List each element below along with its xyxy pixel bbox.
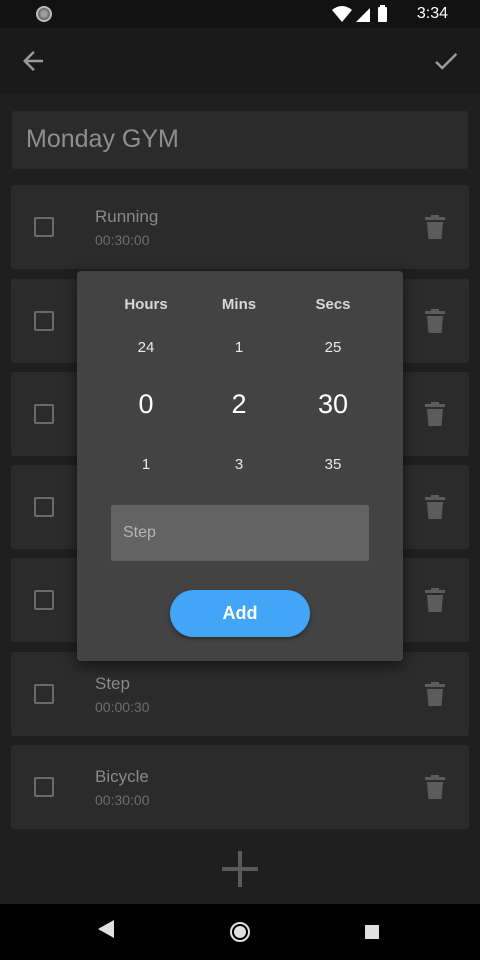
exercise-checkbox[interactable]	[34, 684, 54, 704]
check-icon[interactable]	[431, 46, 461, 76]
exercise-checkbox[interactable]	[34, 217, 54, 237]
exercise-row[interactable]: Running 00:30:00	[11, 185, 469, 269]
mins-label: Mins	[221, 296, 257, 313]
mins-next-value[interactable]: 3	[199, 456, 279, 473]
trash-icon[interactable]	[425, 682, 445, 706]
trash-icon[interactable]	[425, 495, 445, 519]
hours-selected-value[interactable]: 0	[106, 389, 186, 420]
exercise-name: Bicycle	[95, 767, 149, 786]
exercise-name: Step	[95, 674, 130, 693]
hours-next-value[interactable]: 1	[106, 456, 186, 473]
wifi-icon	[332, 6, 352, 22]
status-time: 3:34	[416, 5, 448, 22]
trash-icon[interactable]	[425, 775, 445, 799]
secs-next-value[interactable]: 35	[293, 456, 373, 473]
mins-selected-value[interactable]: 2	[199, 389, 279, 420]
navigation-bar	[0, 904, 480, 960]
exercise-checkbox[interactable]	[34, 404, 54, 424]
exercise-duration: 00:30:00	[95, 792, 150, 808]
exercise-duration: 00:30:00	[95, 232, 150, 248]
exercise-row[interactable]: Step 00:00:30	[11, 652, 469, 736]
signal-icon	[356, 8, 370, 22]
hours-label: Hours	[124, 296, 168, 313]
status-icons	[332, 5, 387, 22]
exercise-checkbox[interactable]	[34, 497, 54, 517]
exercise-name-input[interactable]	[111, 505, 369, 561]
exercise-checkbox[interactable]	[34, 777, 54, 797]
trash-icon[interactable]	[425, 402, 445, 426]
add-button[interactable]: Add	[170, 590, 310, 637]
secs-label: Secs	[315, 296, 351, 313]
exercise-checkbox[interactable]	[34, 590, 54, 610]
app-bar	[0, 28, 480, 94]
workout-title-field[interactable]: Monday GYM	[12, 111, 468, 169]
exercise-duration: 00:00:30	[95, 699, 150, 715]
status-bar: 3:34	[0, 0, 480, 28]
nav-home-icon[interactable]	[229, 921, 251, 943]
exercise-name: Running	[95, 207, 159, 226]
nav-recents-icon[interactable]	[365, 925, 379, 939]
hours-prev-value[interactable]: 24	[106, 339, 186, 356]
battery-icon	[378, 7, 387, 22]
plus-icon[interactable]	[222, 851, 258, 887]
mins-prev-value[interactable]: 1	[199, 339, 279, 356]
secs-prev-value[interactable]: 25	[293, 339, 373, 356]
nav-back-icon[interactable]	[98, 920, 114, 938]
trash-icon[interactable]	[425, 309, 445, 333]
notification-icon	[36, 6, 52, 22]
secs-selected-value[interactable]: 30	[293, 389, 373, 420]
back-arrow-icon[interactable]	[18, 46, 48, 76]
duration-picker-dialog: Hours Mins Secs 24 1 25 0 2 30 1 3 35 Ad…	[77, 271, 403, 661]
exercise-row[interactable]: Bicycle 00:30:00	[11, 745, 469, 829]
exercise-checkbox[interactable]	[34, 311, 54, 331]
trash-icon[interactable]	[425, 588, 445, 612]
trash-icon[interactable]	[425, 215, 445, 239]
